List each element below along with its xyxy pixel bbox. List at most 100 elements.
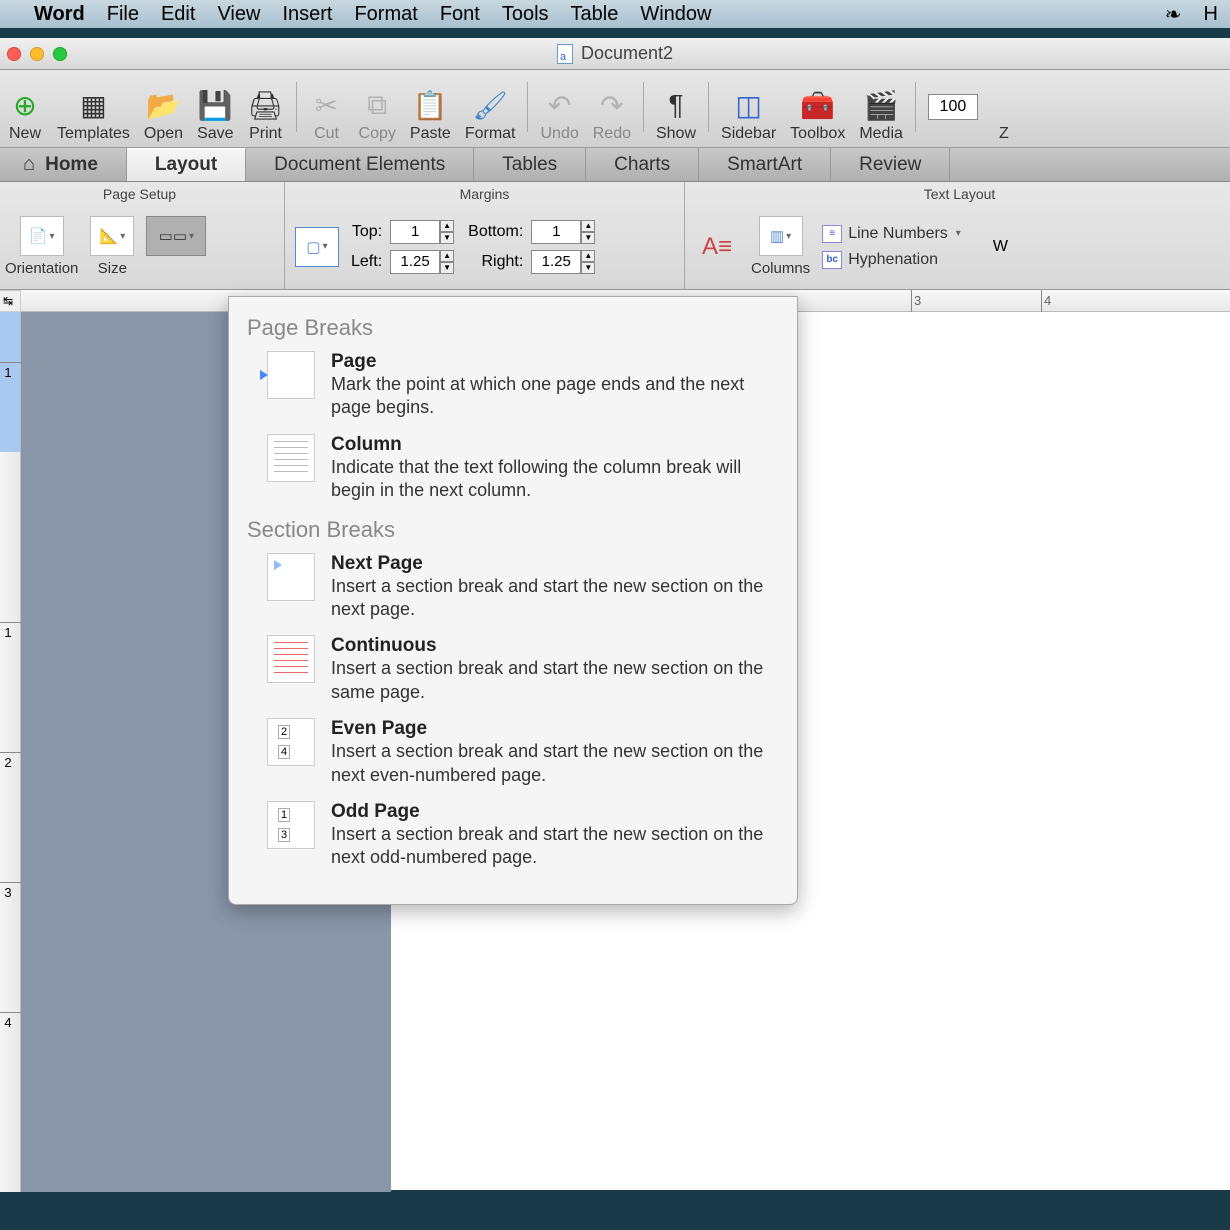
redo-icon: ↷ [594,87,630,123]
paste-button[interactable]: 📋Paste [404,87,457,143]
bottom-margin-input[interactable]: ▲▼ [531,220,601,244]
sidebar-icon: ◫ [731,87,767,123]
margins-icon: ▢▾ [295,227,339,267]
paste-icon: 📋 [412,87,448,123]
templates-button[interactable]: ▦Templates [51,87,136,143]
tab-layout[interactable]: Layout [127,148,246,181]
format-painter-button[interactable]: 🖌Format [459,87,522,143]
main-toolbar: ⊕New ▦Templates 📂Open 💾Save 🖨Print ✂Cut … [0,70,1230,148]
zoom-label-cut: Z [980,87,1028,143]
tab-home[interactable]: Home [0,148,127,181]
open-button[interactable]: 📂Open [138,87,189,143]
save-button[interactable]: 💾Save [191,87,239,143]
ruler-vertical[interactable]: 1 1 2 3 4 [0,312,21,1192]
sidebar-button[interactable]: ◫Sidebar [715,87,782,143]
zoom-input[interactable] [928,94,978,120]
media-button[interactable]: 🎬Media [853,87,909,143]
undo-button[interactable]: ↶Undo [534,87,584,143]
size-button[interactable]: 📐▾ Size [90,216,134,277]
left-margin-input[interactable]: ▲▼ [390,250,460,274]
line-numbers-button[interactable]: ≡Line Numbers ▾ [822,225,961,243]
group-page-setup: Page Setup 📄▾ Orientation 📐▾ Size ▭▭▾ [0,182,285,289]
menu-format[interactable]: Format [354,3,417,26]
break-continuous[interactable]: ContinuousInsert a section break and sta… [247,635,779,704]
breaks-button[interactable]: ▭▭▾ [146,216,206,277]
cut-button[interactable]: ✂Cut [303,87,351,143]
ribbon-layout: Page Setup 📄▾ Orientation 📐▾ Size ▭▭▾ Ma… [0,182,1230,290]
redo-button[interactable]: ↷Redo [587,87,637,143]
evernote-icon[interactable]: ❧ [1165,2,1182,27]
break-odd-page[interactable]: 13 Odd PageInsert a section break and st… [247,801,779,870]
mac-menubar: Word File Edit View Insert Format Font T… [0,0,1230,28]
right-margin-label: Right: [468,253,523,271]
templates-icon: ▦ [75,87,111,123]
menu-file[interactable]: File [107,3,139,26]
breaks-icon: ▭▭▾ [146,216,206,256]
new-button[interactable]: ⊕New [1,87,49,143]
orientation-icon: 📄▾ [20,216,64,256]
tab-charts[interactable]: Charts [586,148,699,181]
group-margins: Margins ▢▾ Top: ▲▼ Bottom: ▲▼ Left: ▲▼ R… [285,182,685,289]
app-name[interactable]: Word [34,3,85,26]
left-margin-label: Left: [351,253,382,271]
cut-icon: ✂ [309,87,345,123]
close-window-button[interactable] [7,47,21,61]
menu-font[interactable]: Font [440,3,480,26]
ribbon-tabs: Home Layout Document Elements Tables Cha… [0,148,1230,182]
format-painter-icon: 🖌 [472,87,508,123]
save-icon: 💾 [197,87,233,123]
pilcrow-icon: ¶ [658,87,694,123]
break-page-icon [267,351,315,399]
menu-tools[interactable]: Tools [502,3,549,26]
undo-icon: ↶ [542,87,578,123]
break-next-page[interactable]: Next PageInsert a section break and star… [247,553,779,622]
copy-button[interactable]: ⧉Copy [353,87,402,143]
orientation-button[interactable]: 📄▾ Orientation [5,216,78,277]
break-even-page-icon: 24 [267,718,315,766]
group-title: Text Layout [695,184,1224,208]
print-icon: 🖨 [248,87,284,123]
ruler-corner[interactable]: ↹ [0,290,21,312]
toolbox-icon: 🧰 [800,87,836,123]
columns-button[interactable]: ▥▾ Columns [751,216,810,277]
menu-insert[interactable]: Insert [282,3,332,26]
menu-table[interactable]: Table [571,3,619,26]
right-margin-input[interactable]: ▲▼ [531,250,601,274]
break-column[interactable]: ColumnIndicate that the text following t… [247,434,779,503]
minimize-window-button[interactable] [30,47,44,61]
top-margin-input[interactable]: ▲▼ [390,220,460,244]
menu-view[interactable]: View [217,3,260,26]
hyphenation-icon: bc [822,251,842,269]
group-text-layout: Text Layout A≡ ▥▾ Columns ≡Line Numbers … [685,182,1230,289]
section-breaks-heading: Section Breaks [247,517,779,543]
menu-edit[interactable]: Edit [161,3,195,26]
ruler-tick: 4 [1041,290,1051,312]
tab-smartart[interactable]: SmartArt [699,148,831,181]
page-breaks-heading: Page Breaks [247,315,779,341]
tab-document-elements[interactable]: Document Elements [246,148,474,181]
break-page[interactable]: PageMark the point at which one page end… [247,351,779,420]
group-title: Page Setup [5,184,274,208]
margins-preset-button[interactable]: ▢▾ [295,227,339,267]
tab-review[interactable]: Review [831,148,950,181]
direction-button[interactable]: A≡ [695,227,739,267]
direction-icon: A≡ [695,227,739,267]
break-odd-page-icon: 13 [267,801,315,849]
window-title: Document2 [557,43,673,64]
menu-window[interactable]: Window [640,3,711,26]
print-button[interactable]: 🖨Print [242,87,290,143]
tab-tables[interactable]: Tables [474,148,586,181]
size-icon: 📐▾ [90,216,134,256]
break-column-icon [267,434,315,482]
break-even-page[interactable]: 24 Even PageInsert a section break and s… [247,718,779,787]
group-title: Margins [295,184,674,208]
menu-cut-right: H [1204,3,1218,26]
columns-icon: ▥▾ [759,216,803,256]
media-icon: 🎬 [863,87,899,123]
show-button[interactable]: ¶Show [650,87,702,143]
ruler-tick: 3 [911,290,921,312]
hyphenation-button[interactable]: bcHyphenation [822,251,961,269]
toolbox-button[interactable]: 🧰Toolbox [784,87,851,143]
top-margin-label: Top: [351,223,382,241]
zoom-window-button[interactable] [53,47,67,61]
